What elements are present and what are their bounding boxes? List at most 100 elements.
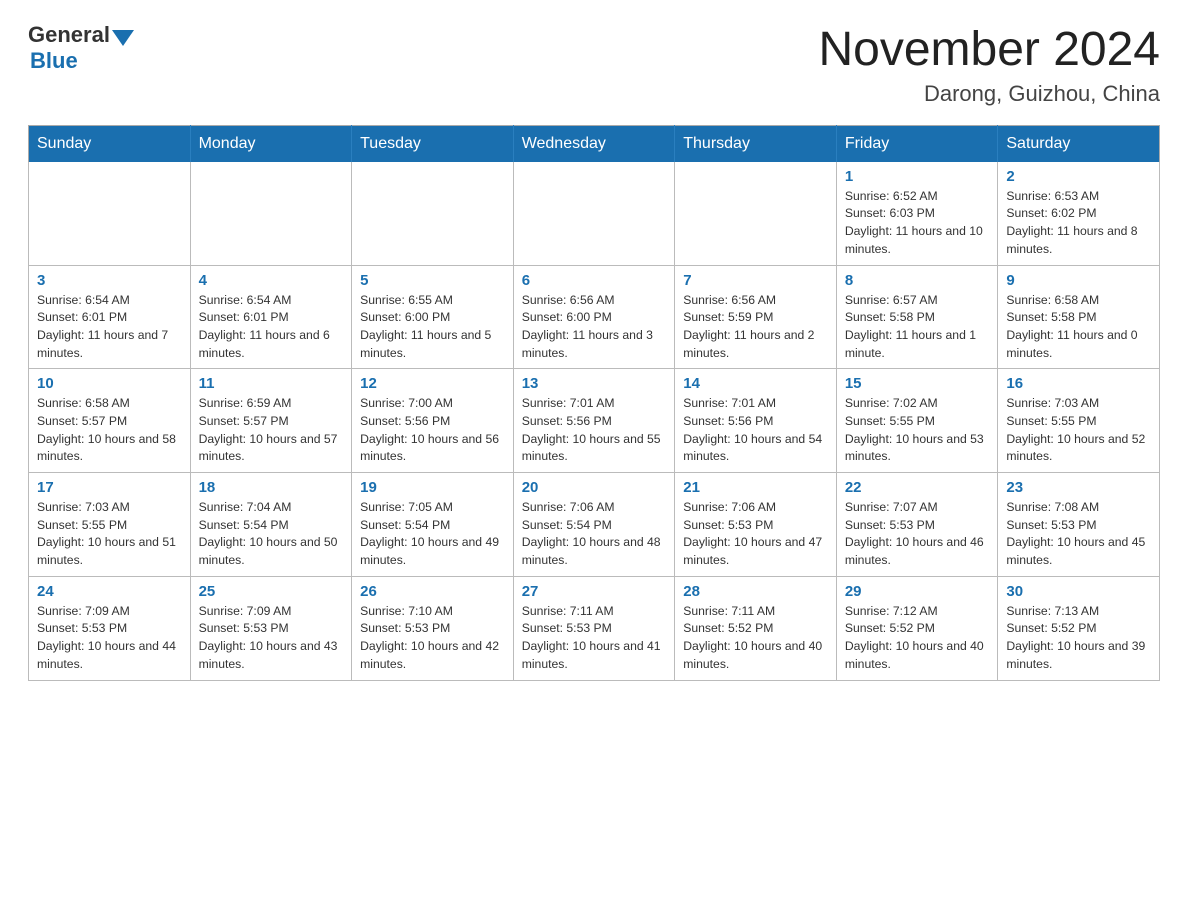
weekday-header-tuesday: Tuesday [352, 125, 514, 162]
calendar-cell: 16Sunrise: 7:03 AM Sunset: 5:55 PM Dayli… [998, 369, 1160, 473]
day-info: Sunrise: 7:03 AM Sunset: 5:55 PM Dayligh… [1006, 395, 1151, 466]
calendar-cell: 28 Sunrise: 7:11 AM Sunset: 5:52 PM Dayli… [675, 576, 837, 680]
weekday-header-saturday: Saturday [998, 125, 1160, 162]
calendar-cell [29, 162, 191, 265]
calendar-cell: 1Sunrise: 6:52 AM Sunset: 6:03 PM Daylig… [836, 162, 998, 265]
calendar-cell: 24 Sunrise: 7:09 AM Sunset: 5:53 PM Dayli… [29, 576, 191, 680]
calendar-cell: 20 Sunrise: 7:06 AM Sunset: 5:54 PM Dayli… [513, 473, 675, 577]
calendar-cell: 10 Sunrise: 6:58 AM Sunset: 5:57 PM Dayli… [29, 369, 191, 473]
day-info: Sunrise: 7:00 AM Sunset: 5:56 PM Dayligh… [360, 395, 505, 466]
calendar-cell: 12 Sunrise: 7:00 AM Sunset: 5:56 PM Dayli… [352, 369, 514, 473]
calendar-cell: 17 Sunrise: 7:03 AM Sunset: 5:55 PM Dayli… [29, 473, 191, 577]
weekday-header-monday: Monday [190, 125, 352, 162]
logo-blue-text: Blue [30, 48, 78, 74]
day-number: 15 [845, 375, 990, 392]
day-number: 1 [845, 168, 990, 185]
calendar-week-row: 24 Sunrise: 7:09 AM Sunset: 5:53 PM Dayli… [29, 576, 1160, 680]
calendar-cell: 4 Sunrise: 6:54 AM Sunset: 6:01 PM Daylig… [190, 265, 352, 369]
calendar-cell: 7 Sunrise: 6:56 AM Sunset: 5:59 PM Daylig… [675, 265, 837, 369]
day-info: Sunrise: 7:05 AM Sunset: 5:54 PM Dayligh… [360, 499, 505, 570]
calendar-cell: 11 Sunrise: 6:59 AM Sunset: 5:57 PM Dayli… [190, 369, 352, 473]
day-info: Sunrise: 7:06 AM Sunset: 5:54 PM Dayligh… [522, 499, 667, 570]
calendar-cell: 21Sunrise: 7:06 AM Sunset: 5:53 PM Dayli… [675, 473, 837, 577]
page-header: General Blue November 2024 Darong, Guizh… [28, 24, 1160, 107]
day-info: Sunrise: 7:01 AM Sunset: 5:56 PM Dayligh… [522, 395, 667, 466]
calendar-cell: 19 Sunrise: 7:05 AM Sunset: 5:54 PM Dayli… [352, 473, 514, 577]
calendar-cell [352, 162, 514, 265]
day-number: 5 [360, 272, 505, 289]
day-number: 18 [199, 479, 344, 496]
day-number: 9 [1006, 272, 1151, 289]
calendar-cell: 30 Sunrise: 7:13 AM Sunset: 5:52 PM Dayli… [998, 576, 1160, 680]
logo: General Blue [28, 24, 134, 74]
title-area: November 2024 Darong, Guizhou, China [818, 24, 1160, 107]
day-info: Sunrise: 6:57 AM Sunset: 5:58 PM Dayligh… [845, 292, 990, 363]
weekday-header-sunday: Sunday [29, 125, 191, 162]
day-info: Sunrise: 7:12 AM Sunset: 5:52 PM Dayligh… [845, 603, 990, 674]
location-title: Darong, Guizhou, China [818, 81, 1160, 107]
day-info: Sunrise: 6:54 AM Sunset: 6:01 PM Dayligh… [199, 292, 344, 363]
day-info: Sunrise: 6:56 AM Sunset: 6:00 PM Dayligh… [522, 292, 667, 363]
day-info: Sunrise: 7:11 AM Sunset: 5:52 PM Dayligh… [683, 603, 828, 674]
day-info: Sunrise: 7:01 AM Sunset: 5:56 PM Dayligh… [683, 395, 828, 466]
day-number: 19 [360, 479, 505, 496]
day-info: Sunrise: 7:03 AM Sunset: 5:55 PM Dayligh… [37, 499, 182, 570]
calendar-cell: 18Sunrise: 7:04 AM Sunset: 5:54 PM Dayli… [190, 473, 352, 577]
day-info: Sunrise: 7:07 AM Sunset: 5:53 PM Dayligh… [845, 499, 990, 570]
calendar-week-row: 10 Sunrise: 6:58 AM Sunset: 5:57 PM Dayli… [29, 369, 1160, 473]
weekday-header-thursday: Thursday [675, 125, 837, 162]
day-number: 29 [845, 583, 990, 600]
month-title: November 2024 [818, 24, 1160, 77]
calendar-cell: 9Sunrise: 6:58 AM Sunset: 5:58 PM Daylig… [998, 265, 1160, 369]
day-number: 4 [199, 272, 344, 289]
day-number: 22 [845, 479, 990, 496]
day-number: 20 [522, 479, 667, 496]
day-info: Sunrise: 6:59 AM Sunset: 5:57 PM Dayligh… [199, 395, 344, 466]
calendar-cell: 15 Sunrise: 7:02 AM Sunset: 5:55 PM Dayli… [836, 369, 998, 473]
day-info: Sunrise: 7:06 AM Sunset: 5:53 PM Dayligh… [683, 499, 828, 570]
day-number: 10 [37, 375, 182, 392]
day-number: 12 [360, 375, 505, 392]
calendar-cell [190, 162, 352, 265]
calendar-cell: 23 Sunrise: 7:08 AM Sunset: 5:53 PM Dayli… [998, 473, 1160, 577]
day-number: 13 [522, 375, 667, 392]
day-number: 30 [1006, 583, 1151, 600]
day-number: 23 [1006, 479, 1151, 496]
day-number: 14 [683, 375, 828, 392]
calendar-cell [675, 162, 837, 265]
calendar-cell: 22 Sunrise: 7:07 AM Sunset: 5:53 PM Dayli… [836, 473, 998, 577]
calendar-cell: 26Sunrise: 7:10 AM Sunset: 5:53 PM Dayli… [352, 576, 514, 680]
day-info: Sunrise: 7:08 AM Sunset: 5:53 PM Dayligh… [1006, 499, 1151, 570]
calendar-table: SundayMondayTuesdayWednesdayThursdayFrid… [28, 125, 1160, 681]
day-info: Sunrise: 7:11 AM Sunset: 5:53 PM Dayligh… [522, 603, 667, 674]
day-info: Sunrise: 6:56 AM Sunset: 5:59 PM Dayligh… [683, 292, 828, 363]
day-number: 28 [683, 583, 828, 600]
weekday-header-row: SundayMondayTuesdayWednesdayThursdayFrid… [29, 125, 1160, 162]
day-number: 8 [845, 272, 990, 289]
calendar-cell: 13 Sunrise: 7:01 AM Sunset: 5:56 PM Dayli… [513, 369, 675, 473]
calendar-cell: 5Sunrise: 6:55 AM Sunset: 6:00 PM Daylig… [352, 265, 514, 369]
day-info: Sunrise: 7:10 AM Sunset: 5:53 PM Dayligh… [360, 603, 505, 674]
day-number: 3 [37, 272, 182, 289]
calendar-cell: 6Sunrise: 6:56 AM Sunset: 6:00 PM Daylig… [513, 265, 675, 369]
logo-arrow-icon [112, 30, 134, 46]
day-info: Sunrise: 7:09 AM Sunset: 5:53 PM Dayligh… [37, 603, 182, 674]
calendar-cell: 8 Sunrise: 6:57 AM Sunset: 5:58 PM Daylig… [836, 265, 998, 369]
day-info: Sunrise: 6:58 AM Sunset: 5:57 PM Dayligh… [37, 395, 182, 466]
day-info: Sunrise: 6:54 AM Sunset: 6:01 PM Dayligh… [37, 292, 182, 363]
calendar-cell: 27Sunrise: 7:11 AM Sunset: 5:53 PM Dayli… [513, 576, 675, 680]
day-info: Sunrise: 7:13 AM Sunset: 5:52 PM Dayligh… [1006, 603, 1151, 674]
calendar-cell: 3 Sunrise: 6:54 AM Sunset: 6:01 PM Daylig… [29, 265, 191, 369]
weekday-header-friday: Friday [836, 125, 998, 162]
day-info: Sunrise: 7:02 AM Sunset: 5:55 PM Dayligh… [845, 395, 990, 466]
weekday-header-wednesday: Wednesday [513, 125, 675, 162]
day-number: 7 [683, 272, 828, 289]
day-number: 11 [199, 375, 344, 392]
calendar-week-row: 3 Sunrise: 6:54 AM Sunset: 6:01 PM Daylig… [29, 265, 1160, 369]
calendar-week-row: 17 Sunrise: 7:03 AM Sunset: 5:55 PM Dayli… [29, 473, 1160, 577]
day-info: Sunrise: 7:09 AM Sunset: 5:53 PM Dayligh… [199, 603, 344, 674]
calendar-cell: 29 Sunrise: 7:12 AM Sunset: 5:52 PM Dayli… [836, 576, 998, 680]
day-number: 24 [37, 583, 182, 600]
day-number: 17 [37, 479, 182, 496]
calendar-cell: 2Sunrise: 6:53 AM Sunset: 6:02 PM Daylig… [998, 162, 1160, 265]
